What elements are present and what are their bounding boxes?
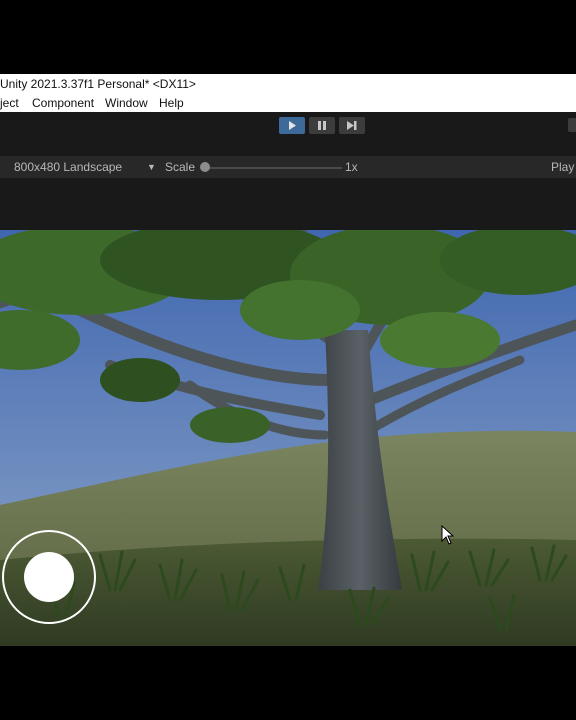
menu-bar: ject Component Window Help	[0, 94, 576, 112]
menu-item-project[interactable]: ject	[0, 94, 19, 112]
menu-item-window[interactable]: Window	[105, 94, 148, 112]
toolbar-overflow-button[interactable]	[568, 118, 576, 132]
resolution-dropdown[interactable]: 800x480 Landscape	[14, 156, 122, 178]
toolbar-separator	[0, 138, 576, 156]
game-view-toolbar: 800x480 Landscape ▼ Scale 1x Play	[0, 156, 576, 178]
game-view-letterbox	[0, 178, 576, 230]
menu-item-component[interactable]: Component	[32, 94, 94, 112]
window-title: Unity 2021.3.37f1 Personal* <DX11>	[0, 77, 196, 91]
play-focus-dropdown[interactable]: Play	[551, 156, 574, 178]
menu-item-help[interactable]: Help	[159, 94, 184, 112]
pause-button[interactable]	[309, 117, 335, 134]
play-button[interactable]	[279, 117, 305, 134]
step-button[interactable]	[339, 117, 365, 134]
virtual-joystick-handle[interactable]	[24, 552, 74, 602]
window-title-bar: Unity 2021.3.37f1 Personal* <DX11>	[0, 74, 576, 94]
scale-slider-track[interactable]	[206, 167, 342, 169]
chevron-down-icon: ▼	[147, 162, 156, 172]
scale-label: Scale	[165, 160, 196, 174]
pause-icon	[318, 121, 326, 130]
scale-slider-handle[interactable]	[200, 162, 210, 172]
game-viewport[interactable]	[0, 230, 576, 646]
step-icon	[347, 121, 357, 130]
scale-value: 1x	[345, 160, 358, 174]
mouse-cursor-icon	[441, 525, 455, 545]
main-toolbar	[0, 112, 576, 138]
play-icon	[289, 121, 296, 130]
